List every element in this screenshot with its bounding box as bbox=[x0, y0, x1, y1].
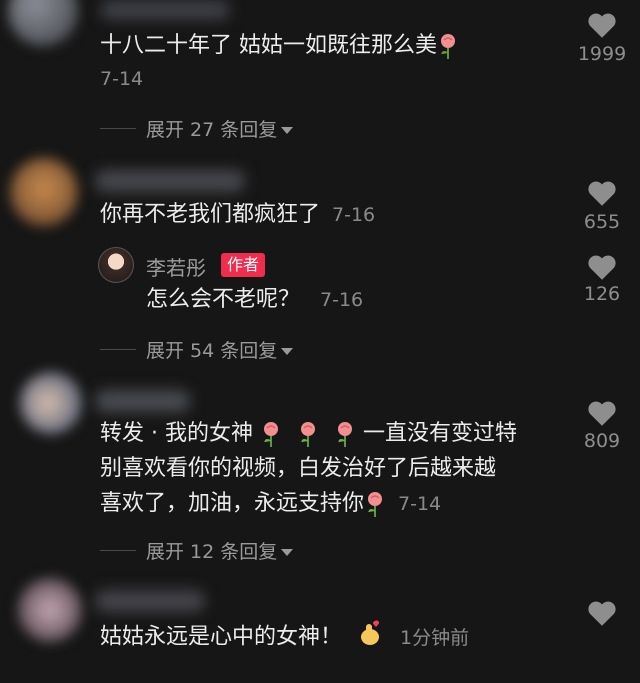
expand-label: 展开 12 条回复 bbox=[146, 541, 278, 563]
comment-line: 喜欢了，加油，永远支持你 7-14 bbox=[100, 490, 442, 518]
expand-label: 展开 54 条回复 bbox=[146, 340, 278, 362]
comment-date: 7-14 bbox=[398, 493, 442, 515]
rose-emoji-icon bbox=[437, 32, 459, 60]
comment-text: 你再不老我们都疯狂了 7-16 bbox=[100, 202, 376, 227]
username-blurred[interactable] bbox=[95, 170, 245, 192]
comment-text: 姑姑永远是心中的女神！ 1分钟前 bbox=[100, 618, 469, 657]
rose-emoji-icon bbox=[334, 420, 356, 448]
username-blurred[interactable] bbox=[95, 390, 190, 412]
avatar[interactable] bbox=[10, 158, 78, 226]
heart-icon[interactable] bbox=[585, 176, 619, 210]
reply-date: 7-16 bbox=[320, 289, 364, 311]
avatar[interactable] bbox=[8, 0, 78, 46]
rose-emoji-icon bbox=[364, 490, 386, 518]
comment-text: 十八二十年了 姑姑一如既往那么美 bbox=[100, 28, 459, 63]
finger-heart-emoji-icon bbox=[357, 618, 383, 657]
heart-icon[interactable] bbox=[585, 596, 619, 630]
reply-text: 怎么会不老呢？ 7-16 bbox=[146, 287, 364, 312]
avatar[interactable] bbox=[20, 372, 82, 434]
expand-replies-button[interactable]: 展开 27 条回复 bbox=[100, 115, 294, 142]
comment-line: 别喜欢看你的视频，白发治好了后越来越 bbox=[100, 456, 497, 481]
heart-icon[interactable] bbox=[585, 250, 619, 284]
author-avatar[interactable] bbox=[98, 247, 134, 283]
heart-icon[interactable] bbox=[585, 8, 619, 42]
like-count: 809 bbox=[583, 430, 621, 452]
comment-text: 转发 · 我的女神 一直没有变过特 别喜欢看你的视频，白发治好了后越来越 喜欢了… bbox=[100, 416, 560, 522]
rose-emoji-icon bbox=[260, 420, 282, 448]
heart-icon[interactable] bbox=[585, 396, 619, 430]
comment-date: 7-14 bbox=[100, 68, 144, 90]
comment-line: 转发 · 我的女神 一直没有变过特 bbox=[100, 420, 517, 448]
author-badge: 作者 bbox=[221, 253, 266, 277]
author-name[interactable]: 李若彤 bbox=[146, 252, 206, 281]
expand-replies-button[interactable]: 展开 12 条回复 bbox=[100, 537, 294, 564]
rose-emoji-icon bbox=[297, 420, 319, 448]
username-blurred[interactable] bbox=[100, 0, 230, 20]
expand-replies-button[interactable]: 展开 54 条回复 bbox=[100, 336, 294, 363]
avatar[interactable] bbox=[18, 578, 82, 642]
like-count: 1999 bbox=[577, 43, 627, 65]
chevron-down-icon bbox=[281, 548, 294, 556]
chevron-down-icon bbox=[281, 347, 294, 355]
like-count: 126 bbox=[583, 283, 621, 305]
like-count: 655 bbox=[583, 211, 621, 233]
username-blurred[interactable] bbox=[95, 590, 205, 612]
expand-label: 展开 27 条回复 bbox=[146, 119, 278, 141]
comment-date: 7-16 bbox=[332, 204, 376, 226]
chevron-down-icon bbox=[281, 126, 294, 134]
comment-date: 1分钟前 bbox=[400, 626, 470, 649]
